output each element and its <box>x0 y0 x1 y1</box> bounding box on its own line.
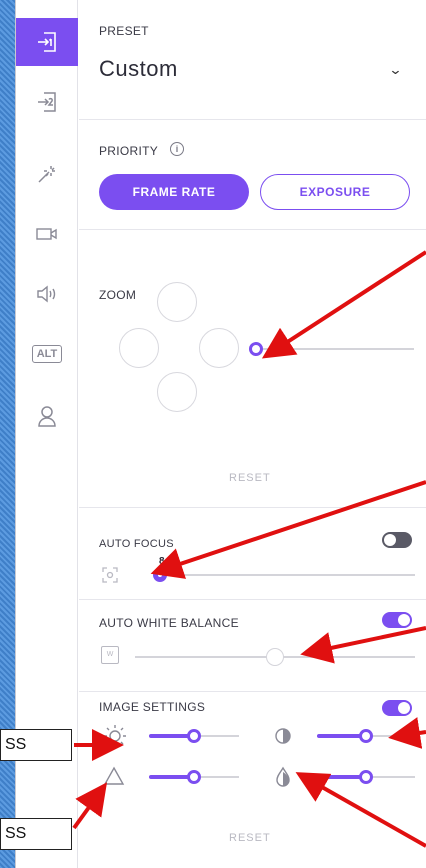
preset-section: PRESET Custom ⌄ <box>79 0 426 120</box>
auto-focus-section: AUTO FOCUS 8 <box>79 508 426 600</box>
magic-wand-icon <box>38 166 55 183</box>
rail-item-effects[interactable] <box>16 150 78 198</box>
white-balance-slider-knob[interactable] <box>266 648 284 666</box>
drop-icon <box>276 766 290 787</box>
sharpness-knob[interactable] <box>187 770 201 784</box>
auto-focus-toggle[interactable] <box>382 532 412 548</box>
zoom-slider[interactable] <box>249 340 414 358</box>
rail-item-input-2[interactable] <box>16 78 78 126</box>
rail-item-camera[interactable] <box>16 210 78 258</box>
rail-item-input-1[interactable] <box>16 18 78 66</box>
image-settings-reset-button[interactable]: RESET <box>229 832 271 844</box>
sharpness-slider[interactable] <box>149 769 239 785</box>
zoom-section: ZOOM RESET <box>79 230 426 508</box>
white-balance-toggle[interactable] <box>382 612 412 628</box>
white-balance-section: AUTO WHITE BALANCE W <box>79 600 426 692</box>
rail-item-alt[interactable]: ALT <box>16 330 78 378</box>
auto-focus-label: AUTO FOCUS <box>99 538 174 550</box>
pan-right-button[interactable] <box>199 328 239 368</box>
pan-down-button[interactable] <box>157 372 197 412</box>
contrast-icon <box>275 728 291 744</box>
settings-panel: PRESET Custom ⌄ PRIORITY i FRAME RATE EX… <box>79 0 426 868</box>
priority-exposure-button[interactable]: EXPOSURE <box>260 174 410 210</box>
info-icon[interactable]: i <box>170 142 184 156</box>
zoom-slider-track <box>249 348 414 350</box>
priority-frame-rate-button[interactable]: FRAME RATE <box>99 174 249 210</box>
pan-up-button[interactable] <box>157 282 197 322</box>
focus-icon <box>102 567 118 583</box>
alt-icon: ALT <box>31 345 63 363</box>
white-balance-slider[interactable] <box>135 647 415 667</box>
auto-focus-slider[interactable] <box>153 566 415 584</box>
preset-dropdown[interactable]: Custom ⌄ <box>93 48 413 92</box>
contrast-slider[interactable] <box>317 728 415 744</box>
image-settings-section: IMAGE SETTINGS RESET <box>79 692 426 868</box>
priority-section: PRIORITY i FRAME RATE EXPOSURE <box>79 120 426 230</box>
user-icon <box>38 406 56 427</box>
brightness-slider[interactable] <box>149 728 239 744</box>
triangle-icon <box>103 766 125 785</box>
rail-item-audio[interactable] <box>16 270 78 318</box>
chevron-down-icon: ⌄ <box>388 62 403 77</box>
pan-left-button[interactable] <box>119 328 159 368</box>
saturation-knob[interactable] <box>359 770 373 784</box>
camera-settings-window: ALT PRESET Custom ⌄ PRIORITY i FRAME RAT… <box>15 0 426 868</box>
image-settings-label: IMAGE SETTINGS <box>99 700 206 714</box>
auto-focus-slider-track <box>153 574 415 576</box>
preset-value: Custom <box>99 56 178 81</box>
callout-brightness: SS <box>0 729 72 761</box>
zoom-slider-knob[interactable] <box>249 342 263 356</box>
white-balance-label: AUTO WHITE BALANCE <box>99 616 239 630</box>
camera-icon <box>36 228 57 240</box>
zoom-label: ZOOM <box>99 288 137 302</box>
image-settings-toggle[interactable] <box>382 700 412 716</box>
brightness-knob[interactable] <box>187 729 201 743</box>
saturation-slider[interactable] <box>317 769 415 785</box>
sun-icon <box>104 725 126 747</box>
input-2-icon <box>38 92 56 112</box>
callout-sharpness: SS <box>0 818 72 850</box>
white-balance-icon: W <box>101 646 119 664</box>
preset-label: PRESET <box>99 24 149 38</box>
contrast-knob[interactable] <box>359 729 373 743</box>
auto-focus-slider-knob[interactable] <box>153 568 167 582</box>
zoom-reset-button[interactable]: RESET <box>229 472 271 484</box>
rail-item-account[interactable] <box>16 392 78 440</box>
speaker-icon <box>37 285 56 303</box>
priority-label: PRIORITY <box>99 144 159 158</box>
input-1-icon <box>38 32 56 52</box>
